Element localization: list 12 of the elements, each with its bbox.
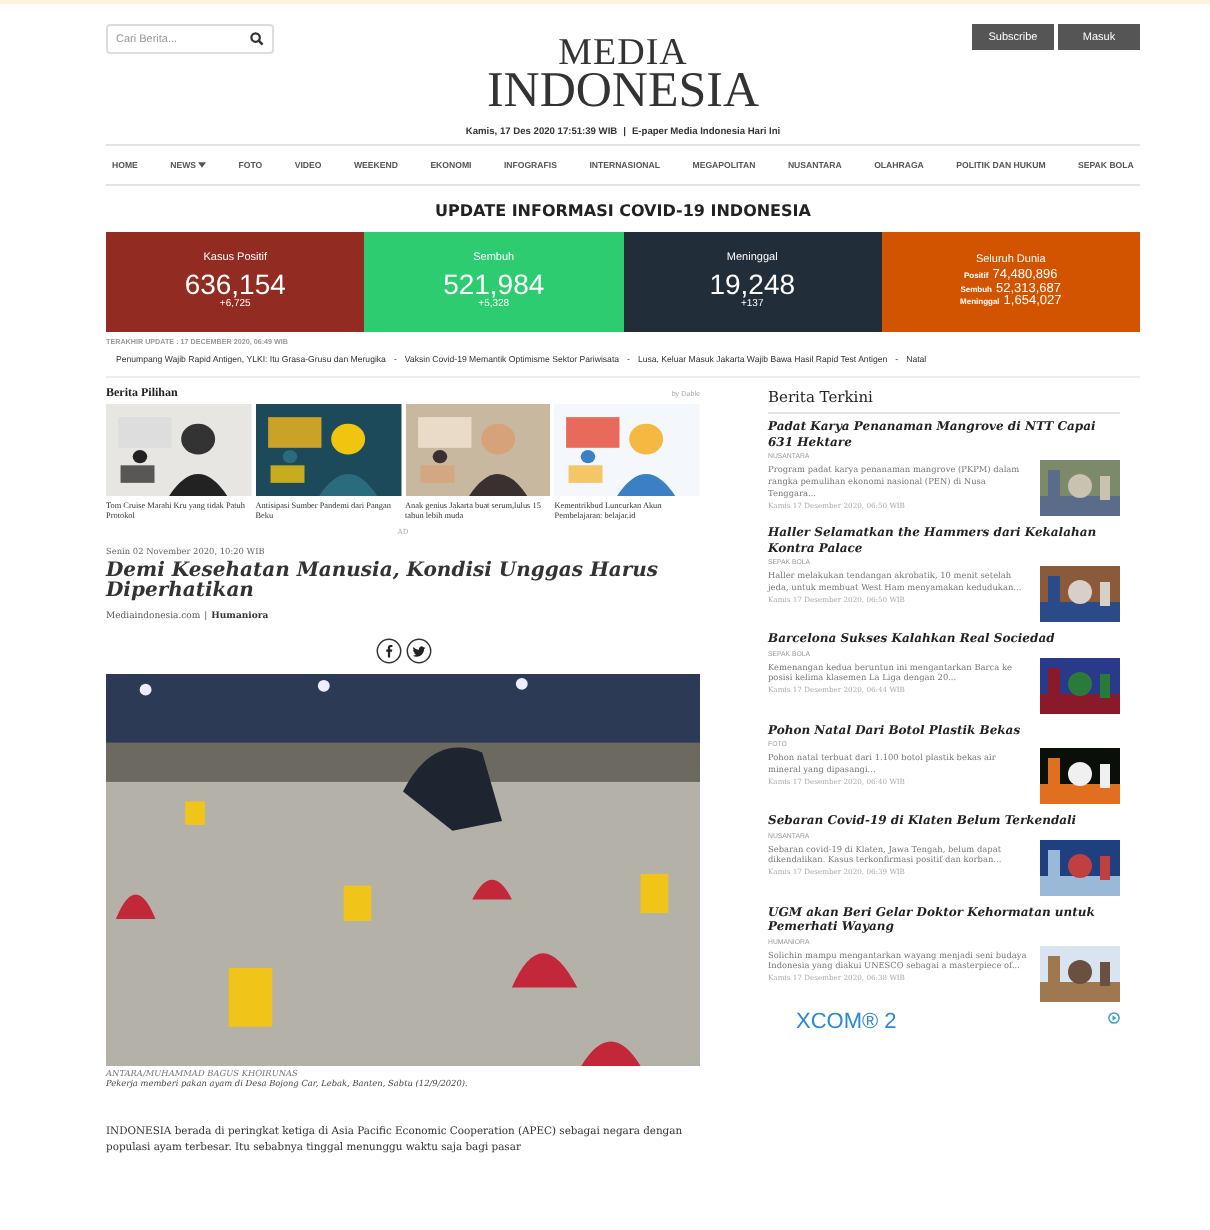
search-icon xyxy=(250,32,264,46)
ad-choices-icon[interactable] xyxy=(1108,1011,1120,1023)
stat-value: 19,248 xyxy=(709,269,796,298)
logo-text: INDONESIA xyxy=(486,70,760,116)
section-title: UPDATE INFORMASI COVID-19 INDONESIA xyxy=(433,202,813,220)
stat-value: 636,154 xyxy=(184,269,286,298)
article-title: Demi Kesehatan Manusia, Kondisi Unggas Harus Diperhatikan xyxy=(106,561,661,604)
facebook-share-icon[interactable] xyxy=(375,637,401,664)
ad-text: XCOM® 2 xyxy=(796,1011,897,1033)
twitter-share-icon[interactable] xyxy=(405,637,431,664)
stat-value: 521,984 xyxy=(443,269,545,298)
logo-text: MEDIA xyxy=(558,36,688,71)
